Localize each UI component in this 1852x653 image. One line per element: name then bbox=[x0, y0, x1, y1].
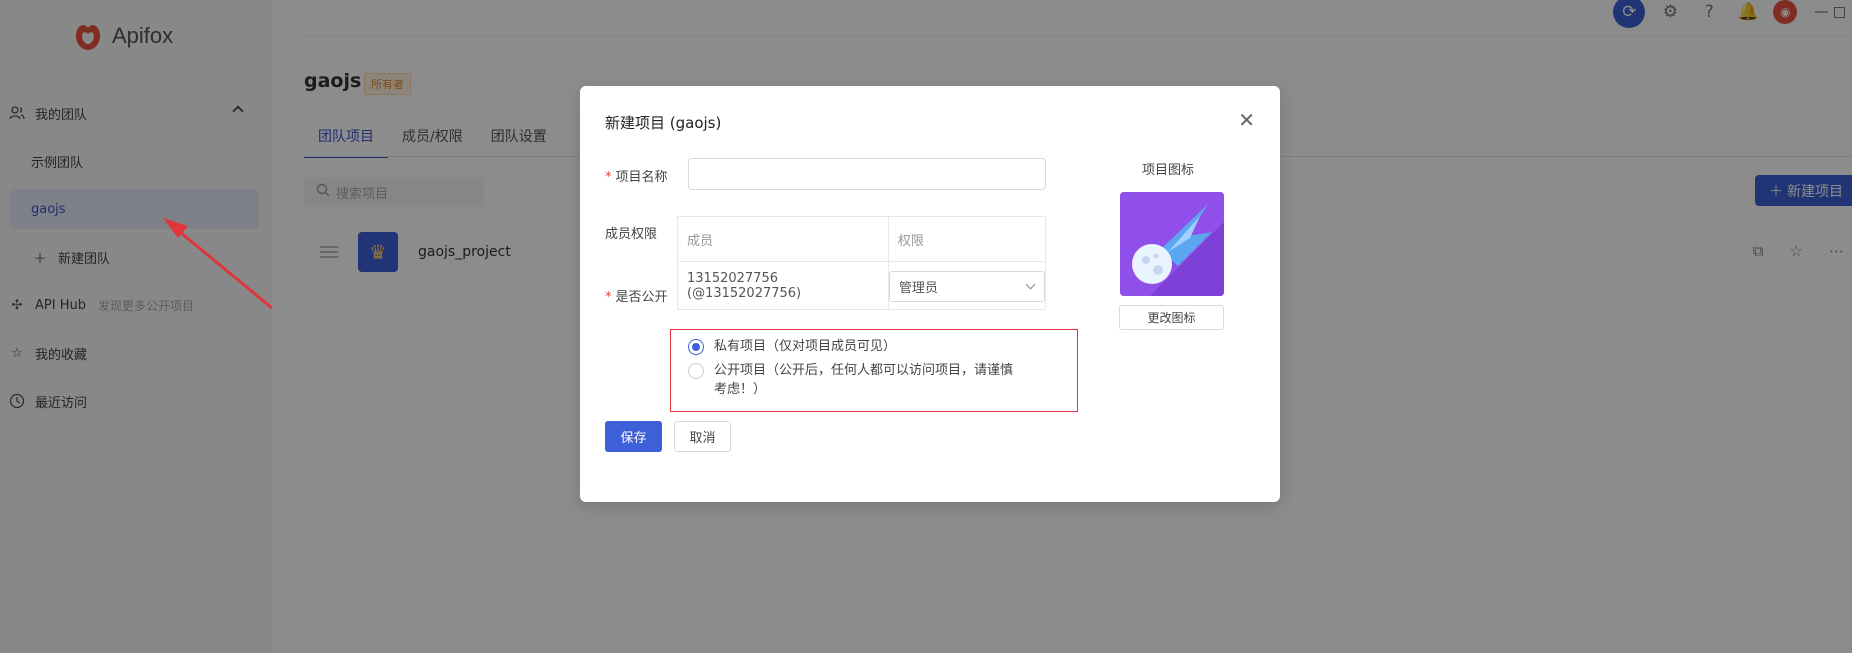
members-label: 成员权限 bbox=[605, 227, 658, 242]
table-header: 成员 权限 bbox=[678, 217, 1045, 262]
comet-icon bbox=[1120, 192, 1224, 296]
radio-public[interactable]: 公开项目（公开后，任何人都可以访问项目，请谨慎考虑！） bbox=[688, 361, 1018, 399]
close-icon[interactable]: ✕ bbox=[1238, 108, 1255, 132]
label-text: 项目名称 bbox=[615, 170, 668, 185]
visibility-radio-group: 私有项目（仅对项目成员可见） 公开项目（公开后，任何人都可以访问项目，请谨慎考虑… bbox=[670, 329, 1078, 412]
project-name-label: * 项目名称 bbox=[605, 166, 668, 185]
column-header-permission: 权限 bbox=[897, 233, 924, 249]
project-icon[interactable] bbox=[1120, 192, 1224, 296]
permission-value: 管理员 bbox=[898, 280, 938, 296]
member-table: 成员 权限 13152027756 (@13152027756) 管理员 bbox=[677, 216, 1046, 310]
column-header-member: 成员 bbox=[678, 217, 889, 261]
dialog-title: 新建项目 (gaojs) bbox=[605, 114, 722, 132]
member-cell: 13152027756 (@13152027756) bbox=[678, 262, 889, 310]
project-name-input[interactable] bbox=[688, 158, 1046, 190]
cancel-button[interactable]: 取消 bbox=[674, 421, 731, 452]
radio-label: 私有项目（仅对项目成员可见） bbox=[714, 339, 897, 354]
change-icon-button[interactable]: 更改图标 bbox=[1119, 305, 1224, 330]
visibility-label: * 是否公开 bbox=[605, 286, 668, 305]
chevron-down-icon bbox=[1025, 279, 1036, 289]
permission-cell: 管理员 bbox=[888, 262, 1045, 310]
project-icon-label: 项目图标 bbox=[1142, 163, 1195, 178]
radio-label: 公开项目（公开后，任何人都可以访问项目，请谨慎考虑！） bbox=[714, 363, 1014, 397]
label-text: 是否公开 bbox=[615, 290, 668, 305]
radio-private[interactable]: 私有项目（仅对项目成员可见） bbox=[688, 337, 896, 356]
table-row: 13152027756 (@13152027756) 管理员 bbox=[678, 262, 1045, 310]
permission-select[interactable]: 管理员 bbox=[888, 270, 1045, 302]
save-button[interactable]: 保存 bbox=[605, 421, 662, 452]
required-mark: * bbox=[605, 290, 612, 305]
new-project-dialog: 新建项目 (gaojs) ✕ * 项目名称 成员权限 成员 权限 13152027… bbox=[580, 86, 1280, 502]
required-mark: * bbox=[605, 170, 612, 185]
radio-button[interactable] bbox=[688, 363, 704, 379]
radio-button-checked[interactable] bbox=[688, 339, 704, 355]
